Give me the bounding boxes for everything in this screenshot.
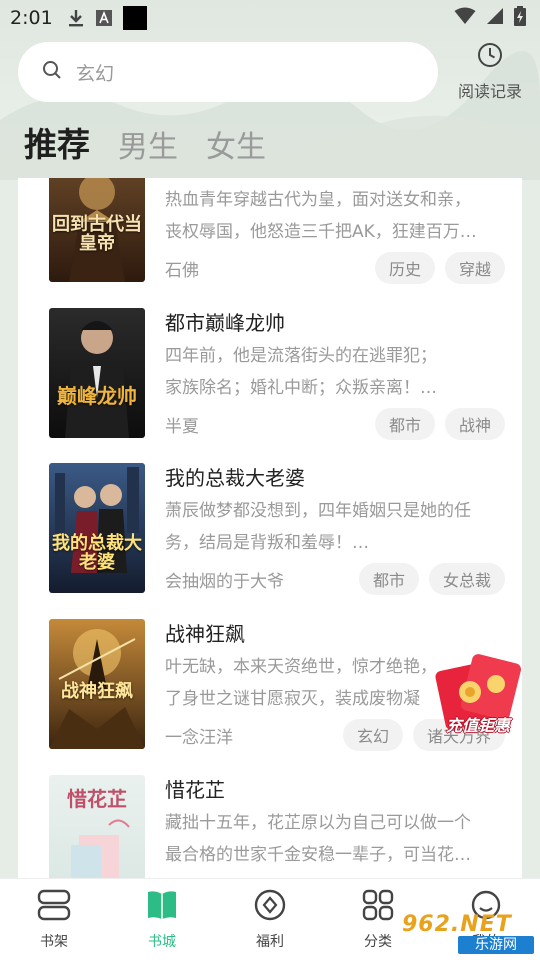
book-meta: 我的总裁大老婆 萧辰做梦都没想到，四年婚姻只是她的任 务，结局是背叛和羞辱！… … <box>165 463 505 595</box>
book-tag[interactable]: 女总裁 <box>428 563 505 595</box>
book-description-line: 家族除名；婚礼中断；众叛亲离！… <box>165 378 437 398</box>
app-notification-icon <box>122 6 147 30</box>
book-description-line: 藏拙十五年，花芷原以为自己可以做一个 <box>165 813 471 833</box>
book-meta: 惜花芷 藏拙十五年，花芷原以为自己可以做一个 最合格的世家千金安稳一辈子，可当花… <box>165 775 505 871</box>
reading-history-label: 阅读记录 <box>457 82 522 101</box>
book-description-line: 萧辰做梦都没想到，四年婚姻只是她的任 <box>165 501 471 521</box>
nav-label: 分类 <box>364 934 392 950</box>
book-tag[interactable]: 玄幻 <box>342 719 403 751</box>
book-footer: 石佛 历史 穿越 <box>165 252 505 284</box>
nav-label: 书城 <box>148 934 176 950</box>
battery-icon <box>514 6 526 30</box>
book-footer: 会抽烟的于大爷 都市 女总裁 <box>165 563 505 595</box>
search-icon <box>42 60 62 84</box>
book-cover: 战神狂飙 <box>49 619 145 749</box>
search-bar[interactable]: 玄幻 <box>18 42 438 102</box>
book-title: 惜花芷 <box>165 778 225 802</box>
nav-bookshelf[interactable]: 书架 <box>0 879 108 960</box>
book-title: 战神狂飙 <box>165 622 245 646</box>
nav-label: 书架 <box>40 934 68 950</box>
book-author: 半夏 <box>165 416 199 437</box>
status-bar: 2:01 <box>0 0 540 36</box>
book-description-line: 丧权辱国，他怒造三千把AK，狂建百万… <box>165 222 477 242</box>
category-icon <box>361 889 395 925</box>
book-cover: 回到古代当皇帝 <box>49 178 145 282</box>
recharge-promo-button[interactable]: 充值钜惠 <box>432 648 524 742</box>
signal-icon <box>486 7 504 29</box>
book-tags: 都市 女总裁 <box>358 563 505 595</box>
book-description-line: 四年前，他是流落街头的在逃罪犯； <box>165 346 437 366</box>
book-footer: 半夏 都市 战神 <box>165 408 505 440</box>
book-author: 石佛 <box>165 260 199 281</box>
book-cover: 惜花芷 <box>49 775 145 878</box>
tab-recommended[interactable]: 推荐 <box>24 118 90 166</box>
book-list: 回到古代当皇帝 热血青年穿越古代为皇，面对送女和亲， 丧权辱国，他怒造三千把AK… <box>18 178 522 878</box>
book-description-line: 热血青年穿越古代为皇，面对送女和亲， <box>165 190 471 210</box>
book-tags: 历史 穿越 <box>374 252 505 284</box>
bookshelf-icon <box>37 889 71 925</box>
wifi-icon <box>454 7 476 29</box>
book-cover: 巅峰龙帅 <box>49 308 145 438</box>
book-cover-title: 战神狂飙 <box>61 681 133 702</box>
book-tag[interactable]: 都市 <box>358 563 419 595</box>
download-icon <box>67 8 85 28</box>
book-city-icon <box>145 889 179 925</box>
list-item[interactable]: 我的总裁大老婆 我的总裁大老婆 萧辰做梦都没想到，四年婚姻只是她的任 务，结局是… <box>18 463 522 619</box>
list-item[interactable]: 回到古代当皇帝 热血青年穿越古代为皇，面对送女和亲， 丧权辱国，他怒造三千把AK… <box>18 178 522 308</box>
welfare-icon <box>253 889 287 925</box>
book-author: 一念汪洋 <box>165 727 233 748</box>
book-cover-title: 惜花芷 <box>67 787 127 811</box>
book-title: 我的总裁大老婆 <box>165 466 305 490</box>
list-item[interactable]: 巅峰龙帅 都市巅峰龙帅 四年前，他是流落街头的在逃罪犯； 家族除名；婚礼中断；众… <box>18 308 522 464</box>
book-description-line: 最合格的世家千金安稳一辈子，可当花… <box>165 845 471 865</box>
book-tag[interactable]: 战神 <box>444 408 505 440</box>
book-tags: 都市 战神 <box>374 408 505 440</box>
book-title: 都市巅峰龙帅 <box>165 311 285 335</box>
book-tag[interactable]: 都市 <box>374 408 435 440</box>
book-cover-title: 回到古代当皇帝 <box>52 214 142 254</box>
watermark-domain: 962.NET <box>402 912 512 937</box>
book-author: 会抽烟的于大爷 <box>165 571 284 592</box>
book-cover-title: 巅峰龙帅 <box>57 384 137 408</box>
clock-icon <box>477 42 503 72</box>
nav-welfare[interactable]: 福利 <box>216 879 324 960</box>
watermark-name: 乐游网 <box>458 936 534 954</box>
book-cover-title: 我的总裁大老婆 <box>52 533 142 573</box>
nav-label: 福利 <box>256 934 284 950</box>
category-tabs: 推荐 男生 女生 <box>24 118 294 166</box>
promo-label: 充值钜惠 <box>445 716 510 735</box>
book-tag[interactable]: 历史 <box>374 252 435 284</box>
text-notification-icon <box>95 9 113 27</box>
list-item[interactable]: 惜花芷 惜花芷 藏拙十五年，花芷原以为自己可以做一个 最合格的世家千金安稳一辈子… <box>18 775 522 878</box>
book-meta: 都市巅峰龙帅 四年前，他是流落街头的在逃罪犯； 家族除名；婚礼中断；众叛亲离！…… <box>165 308 505 440</box>
reading-history-button[interactable]: 阅读记录 <box>448 42 532 102</box>
site-watermark: 962.NET 乐游网 <box>402 912 534 956</box>
tab-male[interactable]: 男生 <box>118 122 178 166</box>
book-cover: 我的总裁大老婆 <box>49 463 145 593</box>
book-title <box>165 178 505 182</box>
tab-female[interactable]: 女生 <box>206 122 266 166</box>
nav-book-city[interactable]: 书城 <box>108 879 216 960</box>
book-description-line: 务，结局是背叛和羞辱！… <box>165 533 369 553</box>
book-meta: 热血青年穿越古代为皇，面对送女和亲， 丧权辱国，他怒造三千把AK，狂建百万… 石… <box>165 178 505 284</box>
search-placeholder: 玄幻 <box>76 62 115 85</box>
status-time: 2:01 <box>10 7 53 29</box>
book-tag[interactable]: 穿越 <box>444 252 505 284</box>
